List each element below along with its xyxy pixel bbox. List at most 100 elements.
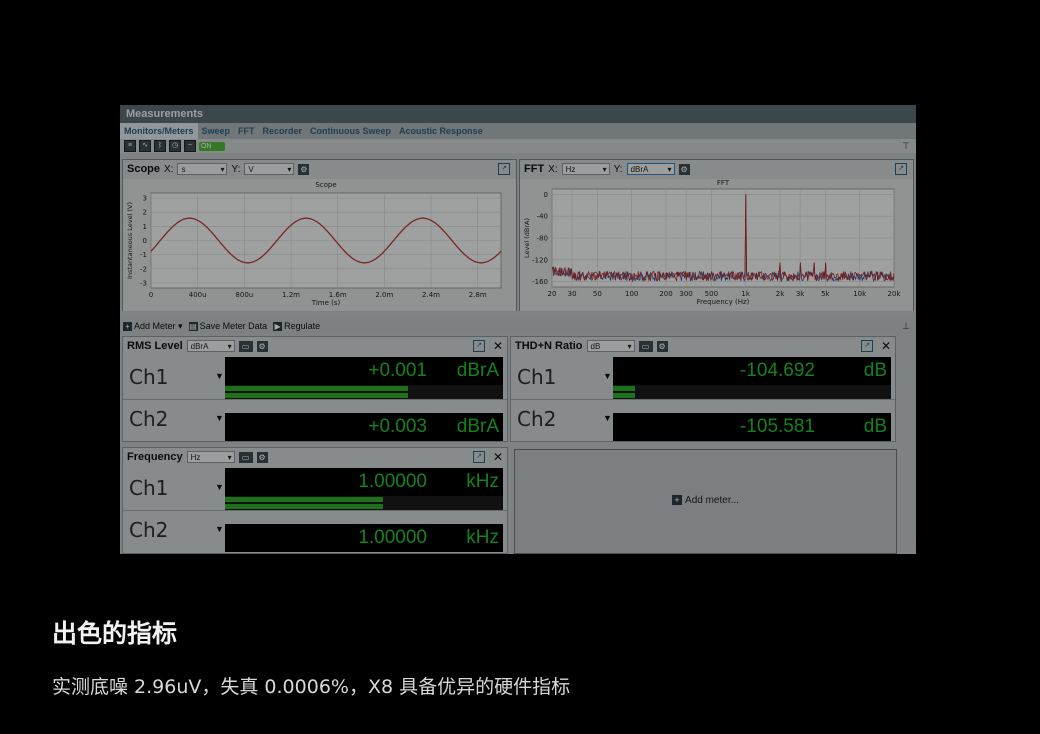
freq-title: Frequency bbox=[127, 451, 183, 463]
clock-icon[interactable]: ◷ bbox=[169, 140, 181, 152]
meter-value: 1.00000 bbox=[358, 527, 427, 548]
popout-icon[interactable]: ↗ bbox=[861, 340, 873, 352]
scope-x-tick: 1.2m bbox=[282, 291, 300, 299]
channel-label: Ch1 bbox=[517, 365, 557, 389]
thdn-header: THD+N Ratio dB ▭ ⚙ ↗ ✕ bbox=[511, 337, 895, 355]
frequency-meter-panel: Frequency Hz ▭ ⚙ ↗ ✕ Ch1 ▼ 1.00000 kHz C… bbox=[122, 447, 508, 554]
popout-icon[interactable]: ↗ bbox=[473, 340, 485, 352]
dropdown-arrow-icon[interactable]: ▼ bbox=[215, 524, 224, 534]
add-meter-label: Add Meter bbox=[134, 320, 176, 331]
channel-label: Ch2 bbox=[517, 407, 557, 431]
add-meter-slot[interactable]: + Add meter... bbox=[514, 449, 897, 554]
dropdown-arrow-icon[interactable]: ▼ bbox=[215, 482, 224, 492]
sine-icon[interactable]: ~ bbox=[184, 140, 196, 152]
tab-sweep[interactable]: Sweep bbox=[198, 123, 235, 139]
dropdown-arrow-icon[interactable]: ▼ bbox=[603, 371, 612, 381]
popout-icon[interactable]: ↗ bbox=[895, 163, 907, 175]
add-meter-button[interactable]: + Add Meter ▾ bbox=[123, 321, 183, 332]
on-toggle[interactable]: ON bbox=[199, 141, 225, 151]
fft-y-select[interactable]: dBrA bbox=[626, 163, 675, 176]
scope-x-tick: 2.8m bbox=[469, 291, 487, 299]
scope-panel: Scope X: s Y: V ⚙ ↗ Scope3210-1-2-30400u… bbox=[122, 159, 517, 311]
thdn-ch1-bar bbox=[613, 386, 636, 391]
rms-ch2-bar bbox=[225, 393, 409, 398]
add-meter-placeholder-label: Add meter... bbox=[685, 495, 739, 506]
freq-header: Frequency Hz ▭ ⚙ ↗ ✕ bbox=[123, 448, 507, 466]
fft-title: FFT bbox=[524, 163, 545, 175]
meter-unit: dBrA bbox=[456, 360, 499, 381]
tab-acoustic-response[interactable]: Acoustic Response bbox=[395, 123, 487, 139]
dropdown-arrow-icon[interactable]: ▼ bbox=[603, 413, 612, 423]
fft-x-select[interactable]: Hz bbox=[561, 163, 610, 176]
freq-ch2-row: Ch2 ▼ 1.00000 kHz bbox=[123, 510, 507, 552]
save-icon: ▤ bbox=[188, 322, 198, 331]
meter-value: +0.003 bbox=[368, 416, 427, 437]
thdn-ch2-bar bbox=[613, 393, 636, 398]
plus-icon: + bbox=[123, 321, 132, 331]
tab-continuous-sweep[interactable]: Continuous Sweep bbox=[306, 123, 395, 139]
scope-x-tick: 800u bbox=[235, 291, 253, 299]
freq-ch1-display: 1.00000 kHz bbox=[225, 468, 503, 496]
rms-ch1-row: Ch1 ▼ +0.001 dBrA bbox=[123, 355, 507, 399]
generator-icon[interactable]: ≡ bbox=[124, 140, 136, 152]
thdn-ch1-display: -104.692 dB bbox=[613, 357, 891, 385]
scope-x-label: X: bbox=[164, 163, 174, 175]
popout-icon[interactable]: ↗ bbox=[498, 163, 510, 175]
fft-x-tick: 20k bbox=[888, 290, 902, 298]
gear-icon[interactable]: ⚙ bbox=[256, 451, 268, 463]
measurements-window: Measurements Monitors/Meters Sweep FFT R… bbox=[120, 105, 916, 554]
bluetooth-icon[interactable]: ᛒ bbox=[154, 140, 166, 152]
pin-icon[interactable]: ⊤ bbox=[902, 141, 910, 152]
thdn-meter-panel: THD+N Ratio dB ▭ ⚙ ↗ ✕ Ch1 ▼ -104.692 dB… bbox=[510, 336, 896, 442]
popout-icon[interactable]: ↗ bbox=[473, 451, 485, 463]
save-meter-data-button[interactable]: ▤ Save Meter Data bbox=[188, 321, 267, 331]
channel-label: Ch2 bbox=[129, 518, 169, 542]
fft-x-tick: 20 bbox=[548, 290, 557, 298]
gear-icon[interactable]: ⚙ bbox=[656, 340, 668, 352]
meter-unit: dB bbox=[863, 416, 887, 437]
fft-y-label: Y: bbox=[613, 163, 623, 175]
scope-x-select[interactable]: s bbox=[177, 163, 228, 176]
scope-y-tick: -3 bbox=[140, 280, 147, 288]
freq-unit-select[interactable]: Hz bbox=[186, 451, 235, 464]
meter-options-icon[interactable]: ▭ bbox=[238, 451, 253, 463]
fft-x-tick: 500 bbox=[705, 290, 718, 298]
fft-y-label: Level (dBrA) bbox=[523, 218, 531, 258]
fft-x-tick: 3k bbox=[796, 290, 805, 298]
thdn-ch2-row: Ch2 ▼ -105.581 dB bbox=[511, 399, 895, 441]
fft-y-tick: -160 bbox=[532, 278, 548, 286]
tab-monitors-meters[interactable]: Monitors/Meters bbox=[120, 123, 198, 139]
meter-options-icon[interactable]: ▭ bbox=[638, 340, 653, 352]
gear-icon[interactable]: ⚙ bbox=[298, 163, 310, 175]
dropdown-arrow-icon[interactable]: ▼ bbox=[215, 371, 224, 381]
pin-icon[interactable]: ⊥ bbox=[902, 321, 910, 332]
fft-x-label: X: bbox=[548, 163, 558, 175]
fft-plot: FFT 0 -40 -80 -120 -16020 30 50 100 200 300 500 1k 2k… bbox=[520, 179, 913, 311]
meter-value: -104.692 bbox=[739, 360, 815, 381]
close-icon[interactable]: ✕ bbox=[493, 339, 503, 353]
regulate-button[interactable]: ▶ Regulate bbox=[273, 321, 320, 331]
add-meter-placeholder[interactable]: + Add meter... bbox=[515, 495, 896, 506]
gear-icon[interactable]: ⚙ bbox=[678, 163, 690, 175]
close-icon[interactable]: ✕ bbox=[493, 450, 503, 464]
meter-unit: dBrA bbox=[456, 416, 499, 437]
thdn-ch1-row: Ch1 ▼ -104.692 dB bbox=[511, 355, 895, 399]
scope-y-select[interactable]: V bbox=[244, 163, 295, 176]
fft-y-tick: -80 bbox=[537, 235, 548, 243]
dropdown-arrow-icon[interactable]: ▼ bbox=[215, 413, 224, 423]
rms-meter-panel: RMS Level dBrA ▭ ⚙ ↗ ✕ Ch1 ▼ +0.001 dBrA… bbox=[122, 336, 508, 442]
scope-y-tick: 1 bbox=[143, 223, 147, 231]
waveform-icon[interactable]: ∿ bbox=[139, 140, 151, 152]
meter-options-icon[interactable]: ▭ bbox=[238, 340, 253, 352]
gear-icon[interactable]: ⚙ bbox=[256, 340, 268, 352]
fft-x-label: Frequency (Hz) bbox=[697, 298, 750, 306]
tab-fft[interactable]: FFT bbox=[234, 123, 259, 139]
thdn-unit-select[interactable]: dB bbox=[586, 340, 635, 353]
freq-ch1-row: Ch1 ▼ 1.00000 kHz bbox=[123, 466, 507, 510]
rms-ch1-bar bbox=[225, 386, 409, 391]
close-icon[interactable]: ✕ bbox=[881, 339, 891, 353]
tab-recorder[interactable]: Recorder bbox=[259, 123, 307, 139]
play-icon: ▶ bbox=[273, 322, 283, 331]
rms-title: RMS Level bbox=[127, 340, 183, 352]
rms-unit-select[interactable]: dBrA bbox=[186, 340, 235, 353]
